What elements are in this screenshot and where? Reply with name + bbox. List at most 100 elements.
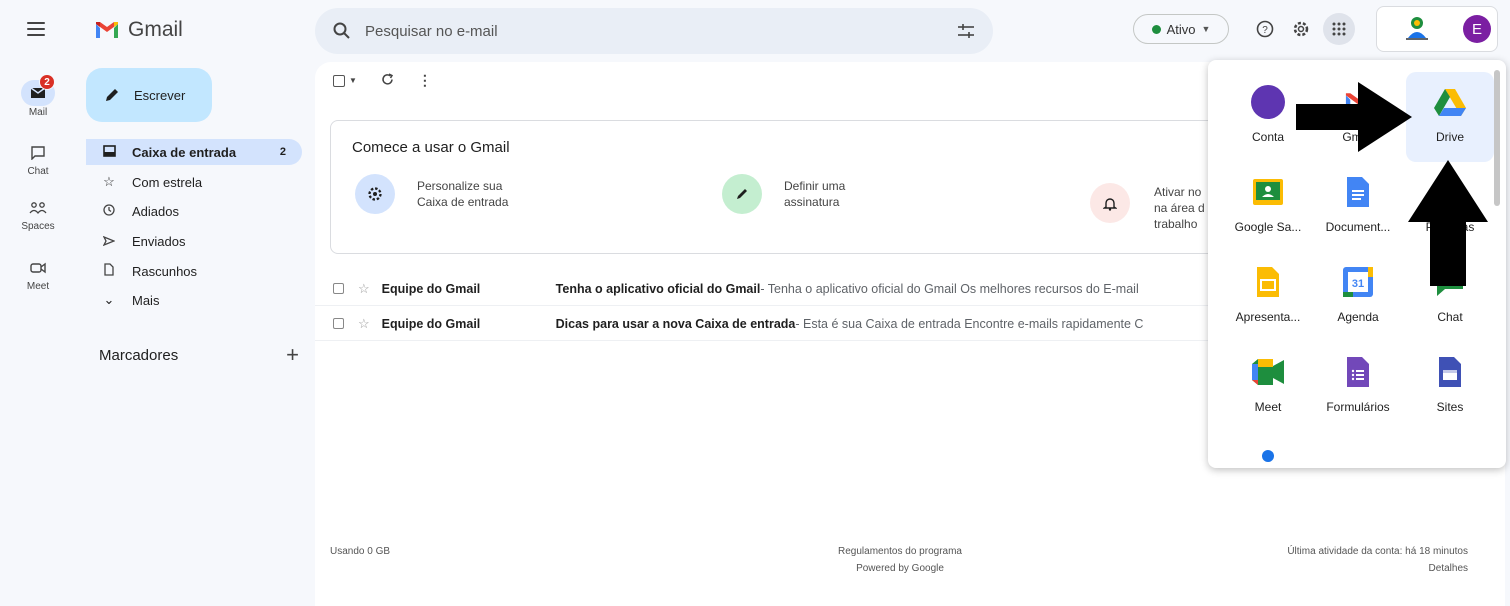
annotation-arrow-right-icon	[1296, 82, 1412, 152]
apps-menu-scrollbar[interactable]	[1494, 70, 1500, 206]
welcome-title: Comece a usar o Gmail	[352, 139, 510, 156]
clock-icon	[100, 203, 118, 219]
search-bar[interactable]: Pesquisar no e-mail	[315, 8, 993, 54]
nav-snoozed[interactable]: Adiados	[86, 198, 302, 224]
nav-label-snoozed: Adiados	[132, 203, 179, 219]
pencil-icon	[106, 89, 118, 101]
footer-right: Última atividade da conta: há 18 minutos…	[1200, 543, 1468, 577]
star-icon[interactable]: ☆	[358, 281, 370, 297]
nav-label-inbox: Caixa de entrada	[132, 144, 237, 160]
meet-icon	[1250, 354, 1286, 390]
email-checkbox[interactable]	[333, 318, 344, 329]
nav-label-sent: Enviados	[132, 233, 186, 249]
welcome-card-signature-line2: assinatura	[784, 195, 840, 209]
search-icon[interactable]	[333, 22, 351, 40]
rail-label-spaces: Spaces	[21, 221, 55, 232]
welcome-card-customize-line1: Personalize sua	[417, 179, 503, 193]
app-forms[interactable]: Formulários	[1314, 342, 1402, 432]
rail-label-meet: Meet	[26, 281, 50, 292]
help-icon[interactable]: ?	[1249, 13, 1281, 45]
gmail-logo[interactable]: Gmail	[94, 18, 183, 42]
account-avatar[interactable]: E	[1463, 15, 1491, 43]
app-label: Google Sa...	[1234, 220, 1302, 234]
more-options-icon[interactable]: ⋮	[418, 72, 432, 89]
spaces-icon	[21, 195, 55, 221]
app-meet[interactable]: Meet	[1224, 342, 1312, 432]
mail-badge: 2	[39, 74, 55, 90]
nav-label-more: Mais	[132, 292, 160, 308]
video-camera-icon	[21, 255, 55, 281]
app-drive[interactable]: Drive	[1406, 72, 1494, 162]
docs-icon	[1340, 174, 1376, 210]
main-menu-button[interactable]	[27, 22, 45, 36]
welcome-card-signature[interactable]: Definir uma assinatura	[722, 174, 904, 214]
compose-label: Escrever	[134, 87, 186, 103]
rail-mail[interactable]: 2 Mail	[3, 74, 73, 118]
status-dropdown[interactable]: Ativo ▼	[1133, 14, 1229, 44]
nav-more[interactable]: ⌄ Mais	[86, 287, 302, 313]
google-apps-grid-icon[interactable]	[1323, 13, 1355, 45]
nav-drafts[interactable]: Rascunhos	[86, 258, 302, 284]
app-docs[interactable]: Document...	[1314, 162, 1402, 252]
storage-usage: Usando 0 GB	[330, 546, 391, 557]
nav-inbox[interactable]: Caixa de entrada 2	[86, 139, 302, 165]
rail-chat[interactable]: Chat	[3, 140, 73, 177]
annotation-arrow-up-icon	[1408, 160, 1488, 286]
app-label: Agenda	[1337, 310, 1379, 324]
email-row[interactable]: ☆ Equipe do Gmail Dicas para usar a nova…	[315, 307, 1215, 341]
app-label: Meet	[1254, 400, 1282, 414]
app-label: Chat	[1437, 310, 1463, 324]
app-sites[interactable]: Sites	[1406, 342, 1494, 432]
chevron-down-icon: ⌄	[103, 292, 115, 307]
mail-icon: 2	[21, 74, 55, 106]
calendar-day: 31	[1352, 278, 1364, 290]
mail-toolbar: ▼ ⋮	[333, 72, 432, 89]
search-options-icon[interactable]	[957, 23, 975, 39]
select-all-checkbox[interactable]: ▼	[333, 74, 357, 87]
email-subject: Dicas para usar a nova Caixa de entrada	[555, 316, 796, 331]
labels-section: Marcadores +	[99, 342, 299, 368]
app-label: Conta	[1251, 130, 1285, 144]
star-icon: ☆	[103, 174, 115, 189]
app-label: Drive	[1435, 130, 1464, 144]
email-snippet: - Esta é sua Caixa de entrada Encontre e…	[795, 316, 1144, 331]
search-input[interactable]: Pesquisar no e-mail	[365, 23, 957, 40]
refresh-icon[interactable]	[381, 72, 394, 89]
welcome-card-customize-line2: Caixa de entrada	[417, 195, 509, 209]
contacts-icon	[1250, 444, 1286, 468]
compose-button[interactable]: Escrever	[86, 68, 212, 122]
settings-gear-icon[interactable]	[1285, 13, 1317, 45]
inbox-icon	[100, 144, 118, 160]
chevron-down-icon: ▼	[349, 76, 357, 85]
bell-icon	[1090, 183, 1130, 223]
welcome-card-signature-line1: Definir uma	[784, 179, 846, 193]
app-classroom[interactable]: Google Sa...	[1224, 162, 1312, 252]
chevron-down-icon: ▼	[1201, 24, 1211, 34]
add-label-plus-icon[interactable]: +	[286, 342, 299, 368]
details-link[interactable]: Detalhes	[1200, 560, 1468, 577]
calendar-icon: 31	[1340, 264, 1376, 300]
app-slides[interactable]: Apresenta...	[1224, 252, 1312, 342]
sites-icon	[1432, 354, 1468, 390]
star-icon[interactable]: ☆	[358, 316, 370, 332]
welcome-card-customize[interactable]: Personalize sua Caixa de entrada	[355, 174, 537, 214]
nav-sent[interactable]: Enviados	[86, 228, 302, 254]
inbox-count: 2	[279, 146, 286, 158]
email-checkbox[interactable]	[333, 283, 344, 294]
app-calendar[interactable]: 31 Agenda	[1314, 252, 1402, 342]
email-sender: Equipe do Gmail	[381, 316, 481, 331]
app-contacts[interactable]	[1224, 432, 1312, 468]
rail-spaces[interactable]: Spaces	[3, 195, 73, 232]
nav-starred[interactable]: ☆ Com estrela	[86, 169, 302, 195]
draft-file-icon	[100, 263, 118, 279]
last-activity-text: Última atividade da conta: há 18 minutos	[1287, 546, 1468, 557]
program-policies-link[interactable]: Regulamentos do programa	[780, 543, 1020, 560]
rail-label-mail: Mail	[28, 107, 48, 118]
gmail-logo-text: Gmail	[128, 18, 183, 41]
email-subject: Tenha o aplicativo oficial do Gmail	[555, 281, 761, 296]
pen-icon	[722, 174, 762, 214]
rail-meet[interactable]: Meet	[3, 255, 73, 292]
email-row[interactable]: ☆ Equipe do Gmail Tenha o aplicativo ofi…	[315, 272, 1215, 306]
app-label: Document...	[1325, 220, 1391, 234]
footer-center: Regulamentos do programa Powered by Goog…	[780, 543, 1020, 577]
